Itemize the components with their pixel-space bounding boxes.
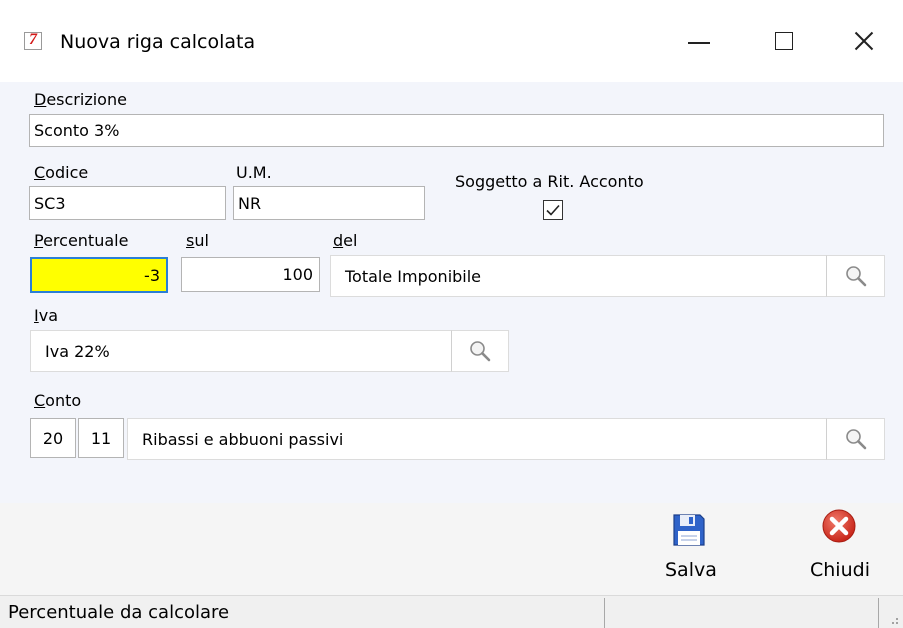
conto-lookup-input[interactable]: Ribassi e abbuoni passivi — [127, 418, 827, 460]
conto-lookup-button[interactable] — [826, 418, 885, 460]
status-text: Percentuale da calcolare — [8, 602, 230, 623]
soggetto-checkbox[interactable] — [543, 200, 563, 220]
iva-lookup-input[interactable]: Iva 22% — [30, 330, 452, 372]
percentuale-input[interactable]: -3 — [30, 257, 168, 293]
conto-mastro-input[interactable]: 20 — [30, 418, 76, 458]
floppy-disk-icon — [673, 514, 705, 546]
minimize-icon — [688, 42, 710, 44]
maximize-button[interactable] — [760, 22, 812, 62]
app-icon: 7 — [24, 31, 42, 50]
checkmark-icon — [546, 204, 560, 216]
um-label: U.M. — [236, 163, 272, 182]
window-title: Nuova riga calcolata — [60, 31, 256, 53]
del-label: del — [333, 231, 358, 250]
resize-grip-icon[interactable] — [887, 613, 899, 625]
status-bar: Percentuale da calcolare — [0, 595, 903, 628]
magnifier-icon — [845, 266, 866, 287]
del-lookup-input[interactable]: Totale Imponibile — [330, 255, 827, 297]
um-input[interactable]: NR — [233, 186, 425, 220]
close-button[interactable]: Chiudi — [800, 503, 880, 595]
close-label: Chiudi — [810, 559, 870, 581]
close-window-button[interactable] — [846, 22, 898, 62]
codice-label: Codice — [34, 163, 89, 182]
codice-input[interactable]: SC3 — [29, 186, 226, 220]
conto-sottoconto-input[interactable]: 11 — [78, 418, 124, 458]
iva-label: Iva — [34, 306, 58, 325]
status-separator — [878, 598, 879, 628]
soggetto-label: Soggetto a Rit. Acconto — [455, 172, 644, 191]
descrizione-input[interactable]: Sconto 3% — [29, 114, 884, 147]
minimize-button[interactable] — [675, 22, 727, 62]
bottom-toolbar: Salva Chiudi — [0, 503, 903, 595]
sul-input[interactable]: 100 — [181, 257, 320, 292]
save-button[interactable]: Salva — [650, 503, 730, 595]
magnifier-icon — [845, 429, 866, 450]
red-x-circle-icon — [822, 509, 856, 543]
save-label: Salva — [665, 559, 717, 581]
sul-label: sul — [186, 231, 209, 250]
descrizione-label: Descrizione — [34, 90, 127, 109]
maximize-icon — [775, 32, 793, 50]
conto-label: Conto — [34, 391, 82, 410]
percentuale-label: Percentuale — [34, 231, 129, 250]
magnifier-icon — [470, 341, 491, 362]
iva-lookup-button[interactable] — [451, 330, 509, 372]
del-lookup-button[interactable] — [826, 255, 885, 297]
status-separator — [604, 598, 605, 628]
title-bar: 7 Nuova riga calcolata — [0, 0, 903, 82]
